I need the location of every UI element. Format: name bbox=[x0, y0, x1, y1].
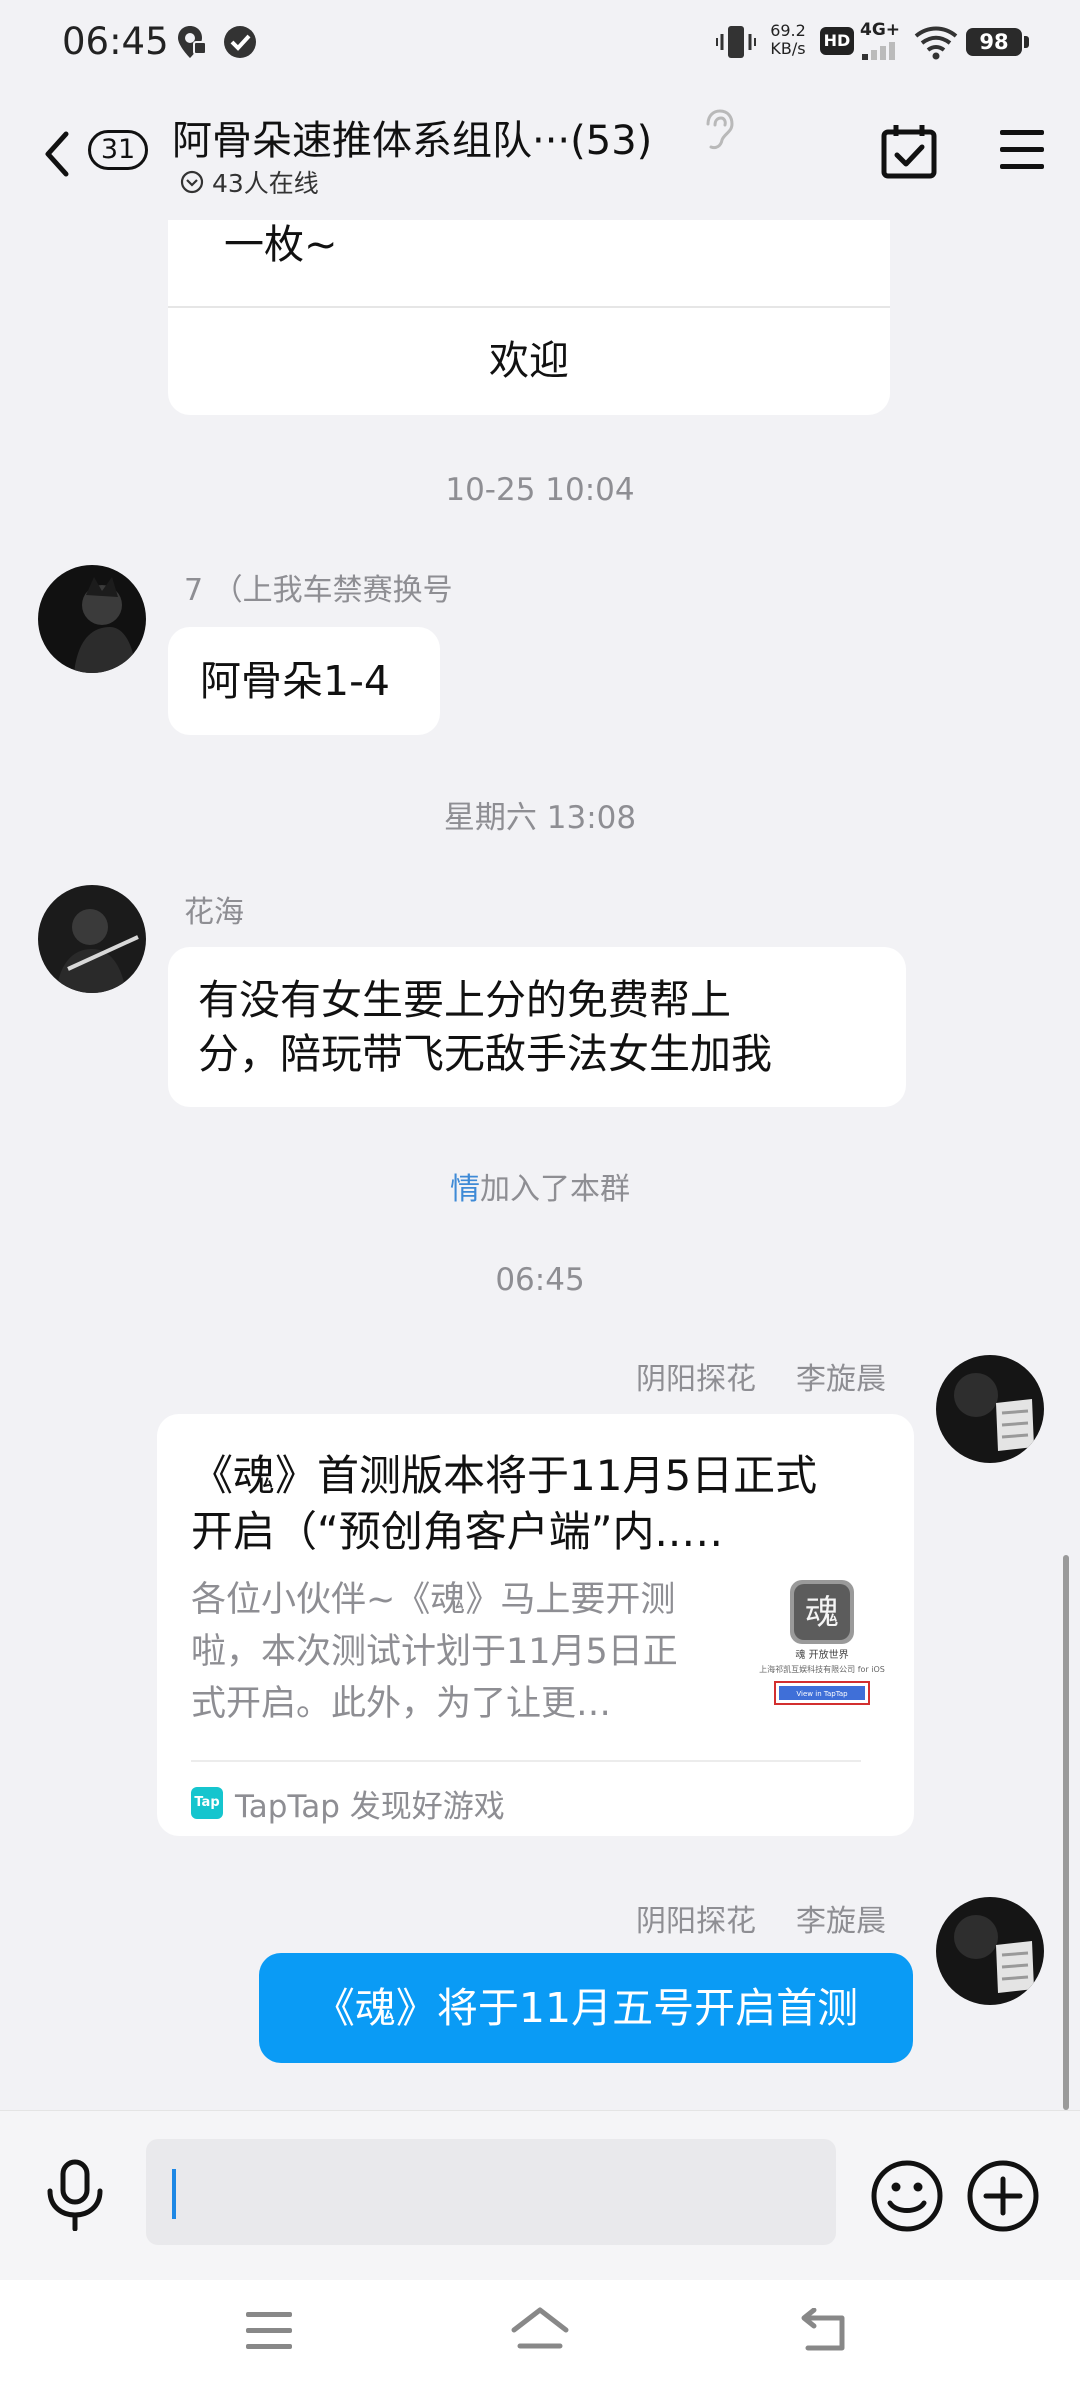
message-input[interactable] bbox=[146, 2139, 836, 2245]
timestamp: 10-25 10:04 bbox=[445, 472, 635, 508]
joined-user-name[interactable]: 情 bbox=[450, 1172, 480, 1207]
network-speed-value: 69.2 bbox=[770, 21, 806, 40]
timestamp: 06:45 bbox=[495, 1262, 585, 1298]
join-notice-text: 加入了本群 bbox=[480, 1172, 630, 1207]
avatar-image bbox=[936, 1355, 1044, 1463]
title-line: 《魂》首测版本将于11月5日正式 bbox=[191, 1451, 818, 1500]
welcome-card-text: 一枚~ bbox=[224, 222, 338, 268]
unread-count-badge[interactable]: 31 bbox=[88, 130, 148, 170]
shared-link-description: 各位小伙伴~《魂》马上要开测 啦，本次测试计划于11月5日正 式开启。此外，为了… bbox=[191, 1574, 721, 1730]
message-bubble[interactable]: 阿骨朵1-4 bbox=[168, 627, 440, 735]
chat-header: 31 阿骨朵速推体系组队···(53) 43人在线 bbox=[0, 84, 1080, 220]
battery-tip bbox=[1024, 36, 1029, 48]
description-line: 啦，本次测试计划于11月5日正 bbox=[191, 1632, 678, 1672]
location-icon bbox=[178, 26, 207, 58]
system-notice: 情加入了本群 bbox=[0, 1164, 1080, 1208]
text-caret bbox=[172, 2169, 176, 2219]
self-avatar[interactable] bbox=[936, 1897, 1044, 2005]
microphone-icon[interactable] bbox=[44, 2159, 106, 2231]
hd-badge: HD bbox=[820, 27, 854, 55]
chevron-down-circle-icon bbox=[180, 170, 204, 194]
wifi-icon bbox=[914, 26, 958, 60]
online-status[interactable]: 43人在线 bbox=[180, 164, 319, 200]
sender-name: 李旋晨 bbox=[796, 1904, 886, 1939]
status-time: 06:45 bbox=[62, 20, 169, 63]
input-bar bbox=[0, 2110, 1080, 2280]
self-avatar[interactable] bbox=[936, 1355, 1044, 1463]
signal-icon bbox=[862, 42, 895, 60]
network-type: 4G+ bbox=[860, 20, 901, 40]
message-text: 有没有女生要上分的免费帮上 分，陪玩带飞无敌手法女生加我 bbox=[198, 973, 772, 1081]
plus-icon[interactable] bbox=[966, 2159, 1040, 2233]
group-title[interactable]: 阿骨朵速推体系组队···(53) bbox=[172, 108, 652, 166]
nav-back-icon[interactable] bbox=[798, 2308, 850, 2354]
source-name: TapTap 发现好游戏 bbox=[235, 1788, 505, 1825]
sender-name: 7 （上我车禁赛换号 bbox=[184, 573, 453, 608]
message-line: 分，陪玩带飞无敌手法女生加我 bbox=[198, 1030, 772, 1078]
avatar-image bbox=[936, 1897, 1044, 2005]
message-line: 有没有女生要上分的免费帮上 bbox=[198, 976, 731, 1024]
emoji-icon[interactable] bbox=[870, 2159, 944, 2233]
vibrate-icon bbox=[716, 26, 756, 58]
avatar[interactable] bbox=[38, 565, 146, 673]
calendar-check-icon[interactable] bbox=[880, 122, 938, 180]
network-speed-unit: KB/s bbox=[770, 39, 806, 58]
network-speed: 69.2 KB/s bbox=[766, 22, 810, 58]
description-line: 式开启。此外，为了让更… bbox=[191, 1684, 612, 1724]
shared-link-source: Tap TapTap 发现好游戏 bbox=[191, 1772, 505, 1834]
battery-level: 98 bbox=[966, 28, 1022, 56]
message-text: 阿骨朵1-4 bbox=[200, 657, 390, 705]
avatar-image bbox=[38, 565, 146, 673]
avatar-image bbox=[38, 885, 146, 993]
message-list[interactable]: 一枚~ 欢迎 10-25 10:04 7 （上我车禁赛换号 阿骨朵1-4 星期六… bbox=[0, 220, 1080, 2110]
back-arrow-icon[interactable] bbox=[36, 124, 76, 184]
shared-link-thumbnail: 魂 魂 开放世界 上海祁凯互娱科技有限公司 for iOS View in Ta… bbox=[745, 1576, 895, 1726]
avatar[interactable] bbox=[38, 885, 146, 993]
shared-link-title: 《魂》首测版本将于11月5日正式 开启（“预创角客户端”内..… bbox=[191, 1448, 853, 1560]
online-count: 43人在线 bbox=[212, 169, 319, 198]
description-line: 各位小伙伴~《魂》马上要开测 bbox=[191, 1580, 676, 1620]
sender-name: 李旋晨 bbox=[796, 1362, 886, 1397]
message-bubble[interactable]: 有没有女生要上分的免费帮上 分，陪玩带飞无敌手法女生加我 bbox=[168, 947, 906, 1107]
ear-mode-icon[interactable] bbox=[700, 108, 736, 152]
timestamp: 星期六 13:08 bbox=[443, 800, 637, 836]
home-icon[interactable] bbox=[510, 2306, 570, 2356]
thumb-button: View in TapTap bbox=[796, 1690, 848, 1698]
welcome-button[interactable]: 欢迎 bbox=[168, 308, 890, 415]
chat-screen: 06:45 69.2 KB/s HD 4G+ 98 31 阿骨朵速推体系组队··… bbox=[0, 0, 1080, 2400]
system-nav-bar bbox=[0, 2280, 1080, 2400]
shared-link-card[interactable]: 《魂》首测版本将于11月5日正式 开启（“预创角客户端”内..… 各位小伙伴~《… bbox=[157, 1414, 914, 1836]
sent-message-bubble[interactable]: 《魂》将于11月五号开启首测 bbox=[259, 1953, 913, 2063]
recent-apps-icon[interactable] bbox=[244, 2310, 294, 2352]
check-circle-icon bbox=[224, 26, 256, 58]
thumb-logo-char: 魂 bbox=[805, 1593, 839, 1633]
welcome-card: 一枚~ 欢迎 bbox=[168, 220, 890, 415]
sender-title: 阴阳探花 bbox=[636, 1904, 756, 1939]
taptap-icon: Tap bbox=[191, 1787, 223, 1819]
thumb-company: 上海祁凯互娱科技有限公司 for iOS bbox=[759, 1664, 885, 1674]
sender-name: 花海 bbox=[184, 895, 244, 930]
scrollbar[interactable] bbox=[1063, 1555, 1069, 2110]
status-bar: 06:45 69.2 KB/s HD 4G+ 98 bbox=[0, 0, 1080, 84]
divider bbox=[191, 1760, 861, 1762]
thumb-caption: 魂 开放世界 bbox=[795, 1648, 848, 1661]
title-line: 开启（“预创角客户端”内..… bbox=[191, 1507, 724, 1556]
menu-icon[interactable] bbox=[998, 128, 1046, 172]
sender-title: 阴阳探花 bbox=[636, 1362, 756, 1397]
